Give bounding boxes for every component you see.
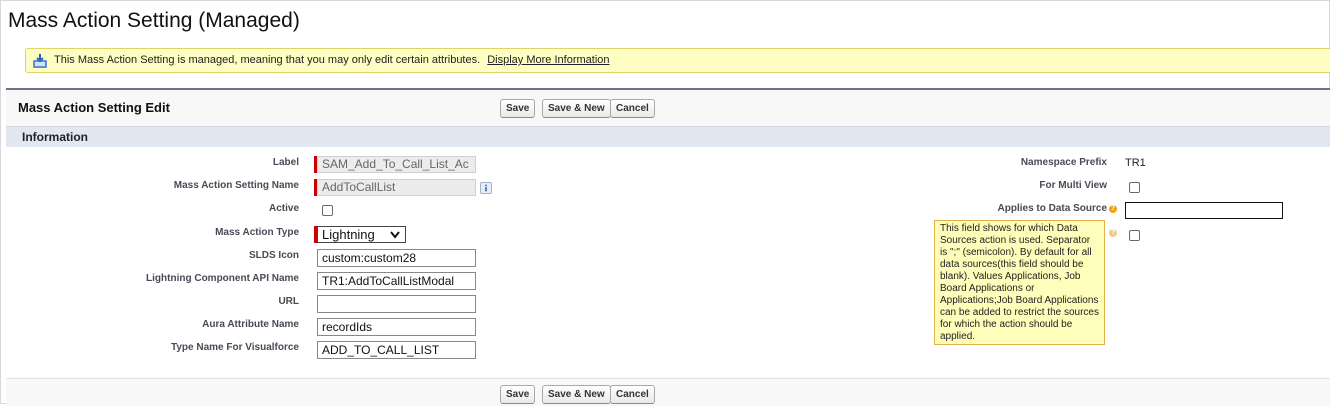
- help-icon[interactable]: ?: [1109, 205, 1117, 213]
- active-checkbox[interactable]: [322, 205, 333, 216]
- cancel-button-bottom[interactable]: Cancel: [610, 385, 655, 404]
- component-api-label: Lightning Component API Name: [146, 273, 299, 284]
- page-title: Mass Action Setting (Managed): [8, 9, 300, 32]
- namespace-value: TR1: [1125, 157, 1146, 169]
- information-section-header: Information: [6, 126, 1330, 147]
- hidden-field-checkbox[interactable]: [1129, 230, 1140, 241]
- chevron-down-icon: [390, 231, 400, 239]
- slds-icon-input[interactable]: custom:custom28: [317, 249, 476, 267]
- save-new-button-top[interactable]: Save & New: [542, 99, 611, 118]
- label-field: SAM_Add_To_Call_List_Ac: [317, 156, 476, 173]
- help-icon[interactable]: ?: [1109, 229, 1117, 237]
- display-more-information-link[interactable]: Display More Information: [487, 54, 609, 66]
- mass-action-setting-edit-block: Mass Action Setting Edit Save Save & New…: [6, 88, 1330, 406]
- multi-view-label: For Multi View: [1039, 180, 1107, 191]
- setting-name-label: Mass Action Setting Name: [173, 180, 299, 191]
- data-source-tooltip: This field shows for which Data Sources …: [934, 220, 1105, 345]
- managed-package-icon: [33, 54, 47, 68]
- action-type-select[interactable]: Lightning: [317, 226, 406, 243]
- active-label: Active: [268, 203, 299, 214]
- data-source-label: Applies to Data Source: [997, 203, 1107, 214]
- data-source-input[interactable]: [1125, 202, 1283, 219]
- setting-name-field: AddToCallList: [317, 179, 476, 196]
- namespace-label: Namespace Prefix: [1020, 157, 1107, 168]
- component-api-input[interactable]: TR1:AddToCallListModal: [317, 272, 476, 290]
- label-field-label: Label: [272, 157, 299, 168]
- managed-banner: This Mass Action Setting is managed, mea…: [25, 48, 1330, 73]
- action-type-value: Lightning: [322, 227, 375, 242]
- vf-type-input[interactable]: ADD_TO_CALL_LIST: [317, 341, 476, 359]
- banner-text-wrap: This Mass Action Setting is managed, mea…: [54, 49, 610, 72]
- action-type-label: Mass Action Type: [215, 227, 299, 238]
- edit-block-title: Mass Action Setting Edit: [18, 100, 170, 115]
- cancel-button-top[interactable]: Cancel: [610, 99, 655, 118]
- info-icon[interactable]: [480, 182, 492, 194]
- multi-view-checkbox[interactable]: [1129, 182, 1140, 193]
- form-body: Label SAM_Add_To_Call_List_Ac Mass Actio…: [6, 147, 1330, 377]
- url-label: URL: [278, 296, 299, 307]
- footer-separator: [6, 378, 1330, 379]
- aura-attribute-input[interactable]: recordIds: [317, 318, 476, 336]
- aura-attribute-label: Aura Attribute Name: [202, 319, 299, 330]
- save-button-bottom[interactable]: Save: [500, 385, 536, 404]
- save-button-top[interactable]: Save: [500, 99, 536, 118]
- vf-type-label: Type Name For Visualforce: [170, 342, 299, 353]
- url-input[interactable]: [317, 295, 476, 313]
- slds-icon-label: SLDS Icon: [248, 250, 299, 261]
- section-title: Information: [22, 130, 88, 144]
- banner-message: This Mass Action Setting is managed, mea…: [54, 54, 481, 66]
- save-new-button-bottom[interactable]: Save & New: [542, 385, 611, 404]
